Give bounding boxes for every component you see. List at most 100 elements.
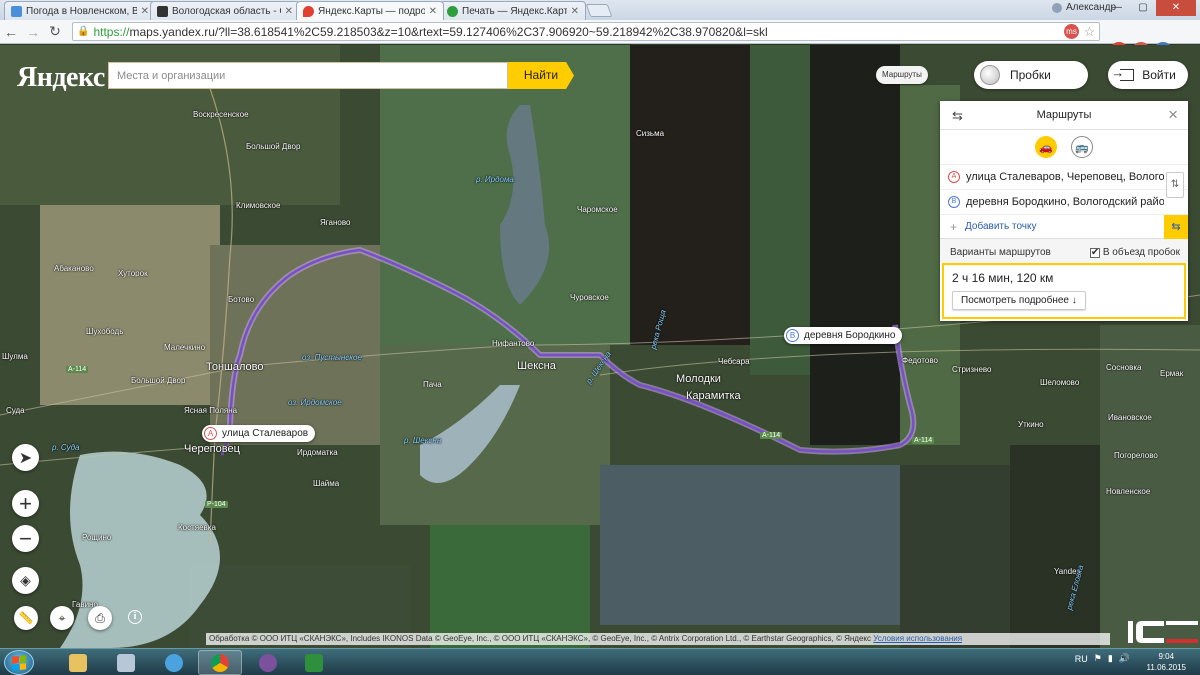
place-label: Погорелово xyxy=(1114,451,1158,460)
tab-label: Погода в Новленском, Во xyxy=(26,5,137,17)
place-label: Абаканово xyxy=(54,264,94,273)
print-button[interactable]: ⎙ xyxy=(88,606,112,630)
terms-link[interactable]: Условия использования xyxy=(873,634,962,643)
close-tab-icon[interactable]: ✕ xyxy=(429,6,437,17)
route-marker-a[interactable]: A улица Сталеваров xyxy=(202,425,316,442)
taskbar-viber[interactable] xyxy=(246,650,290,675)
place-label: Шайма xyxy=(313,479,340,488)
calculator-icon xyxy=(117,653,135,672)
place-label: Рощино xyxy=(82,533,112,542)
minimize-button[interactable]: — xyxy=(1104,0,1130,16)
route-time-distance: 2 ч 16 мин, 120 км xyxy=(952,271,1054,285)
tab-weather[interactable]: Погода в Новленском, Во ✕ xyxy=(4,1,156,20)
close-tab-icon[interactable]: ✕ xyxy=(141,6,149,17)
car-icon[interactable]: 🚗 xyxy=(1035,136,1057,158)
add-point-label: Добавить точку xyxy=(965,221,1037,232)
road-sign: А-114 xyxy=(760,432,783,439)
language-indicator[interactable]: RU xyxy=(1075,654,1088,664)
route-panel-title: Маршруты xyxy=(1036,109,1092,121)
place-label: Ботово xyxy=(228,295,255,304)
locate-me-button[interactable]: ➤ xyxy=(12,444,39,471)
maximize-button[interactable]: ▢ xyxy=(1130,0,1156,16)
route-result[interactable]: 2 ч 16 мин, 120 км Посмотреть подробнее … xyxy=(942,263,1186,319)
river-label: р. Шексна xyxy=(404,436,442,445)
place-label: Чебсара xyxy=(718,357,750,366)
copyright-text: Обработка © ООО ИТЦ «СКАНЭКС», Includes … xyxy=(209,634,872,643)
reload-icon[interactable]: ↻ xyxy=(44,23,66,40)
windows-logo-icon xyxy=(12,654,26,671)
place-label: Чаромское xyxy=(577,205,618,214)
info-icon[interactable]: i xyxy=(128,610,142,624)
place-label: Шулма xyxy=(2,352,28,361)
internet-explorer-icon xyxy=(165,653,183,672)
route-point-a[interactable]: A улица Сталеваров, Череповец, Вологодск… xyxy=(940,164,1188,189)
tab-print[interactable]: Печать — Яндекс.Карты ✕ xyxy=(440,1,586,20)
close-tab-icon[interactable]: ✕ xyxy=(571,6,579,17)
plus-icon: + xyxy=(950,219,958,234)
place-label: Ермак xyxy=(1160,369,1184,378)
route-point-b[interactable]: B деревня Бородкино, Вологодский район xyxy=(940,189,1188,214)
place-label: Шексна xyxy=(517,360,556,372)
taskbar-explorer[interactable] xyxy=(56,650,100,675)
close-tab-icon[interactable]: ✕ xyxy=(285,6,293,17)
avoid-traffic-checkbox[interactable]: ✔ В объезд пробок xyxy=(1089,247,1180,258)
start-button[interactable] xyxy=(4,650,34,675)
traffic-label: Пробки xyxy=(1010,68,1051,82)
tray-flag-icon[interactable]: ⚑ xyxy=(1094,653,1102,664)
login-button[interactable]: Войти xyxy=(1108,61,1188,89)
volume-icon[interactable]: 🔊 xyxy=(1119,653,1130,664)
bus-icon[interactable]: 🚌 xyxy=(1071,136,1093,158)
route-marker-b[interactable]: B деревня Бородкино xyxy=(784,327,903,344)
taskbar-ie[interactable] xyxy=(152,650,196,675)
routes-chip[interactable]: Маршруты xyxy=(876,66,928,84)
taskbar-monitor[interactable] xyxy=(292,650,336,675)
zoom-in-button[interactable]: + xyxy=(12,490,39,517)
place-label: Нифантово xyxy=(492,339,535,348)
build-route-icon[interactable]: ⇆ xyxy=(1164,215,1188,239)
route-panel-header: ⇆ Маршруты × xyxy=(940,101,1188,130)
point-b-text: деревня Бородкино, Вологодский район xyxy=(966,196,1164,208)
bookmark-star-icon[interactable]: ☆ xyxy=(1082,24,1097,39)
folder-icon xyxy=(69,653,87,672)
network-icon[interactable]: ▮ xyxy=(1108,653,1113,664)
place-label: Хуторок xyxy=(118,269,148,278)
place-label: Новленское xyxy=(1106,487,1151,496)
back-arrow-icon[interactable]: ← xyxy=(0,24,22,40)
marker-label: деревня Бородкино xyxy=(804,330,896,341)
point-a-text: улица Сталеваров, Череповец, Вологодская… xyxy=(966,171,1164,183)
tab-vologda[interactable]: Вологодская область - С ✕ xyxy=(150,1,300,20)
place-label: Пача xyxy=(423,380,442,389)
place-label: Костяевка xyxy=(178,523,216,532)
address-bar[interactable]: 🔒 https:// maps.yandex.ru/?ll=38.618541%… xyxy=(72,22,1100,41)
extension-badge-icon[interactable]: ms xyxy=(1064,24,1079,39)
search-input[interactable] xyxy=(117,69,507,82)
url-text: maps.yandex.ru/?ll=38.618541%2C59.218503… xyxy=(129,24,768,39)
traffic-button[interactable]: Пробки xyxy=(974,61,1088,89)
printer-icon: ⎙ xyxy=(95,610,105,625)
zoom-out-button[interactable]: − xyxy=(12,525,39,552)
url-scheme: https:// xyxy=(93,24,130,39)
close-window-button[interactable]: ✕ xyxy=(1156,0,1196,16)
layers-icon: ◈ xyxy=(20,572,31,588)
panorama-button[interactable]: ⌖ xyxy=(50,606,74,630)
layers-button[interactable]: ◈ xyxy=(12,567,39,594)
tab-label: Яндекс.Карты — подробн xyxy=(318,5,425,17)
route-details-button[interactable]: Посмотреть подробнее ↓ xyxy=(952,291,1086,310)
place-label: Большой Двор xyxy=(131,376,186,385)
taskbar-clock[interactable]: 9:04 11.06.2015 xyxy=(1147,651,1186,673)
tab-label: Вологодская область - С xyxy=(172,5,281,17)
add-point-button[interactable]: + Добавить точку ⇆ xyxy=(940,214,1188,239)
browser-tab-bar: Погода в Новленском, Во ✕ Вологодская об… xyxy=(0,0,1200,20)
close-icon[interactable]: × xyxy=(1168,105,1178,125)
place-label: Малечкино xyxy=(164,343,206,352)
taskbar-calculator[interactable] xyxy=(104,650,148,675)
yandex-logo[interactable]: Яндекс xyxy=(17,62,105,94)
taskbar-chrome[interactable] xyxy=(198,650,242,675)
forward-arrow-icon[interactable]: → xyxy=(22,24,44,40)
tab-yandex-maps[interactable]: Яндекс.Карты — подробн ✕ xyxy=(296,1,444,20)
new-tab-button[interactable] xyxy=(585,4,613,17)
window-controls: — ▢ ✕ xyxy=(1104,0,1196,16)
swap-points-button[interactable]: ⇅ xyxy=(1166,172,1184,198)
ruler-button[interactable]: 📏 xyxy=(14,606,38,630)
search-button[interactable]: Найти xyxy=(508,62,574,89)
